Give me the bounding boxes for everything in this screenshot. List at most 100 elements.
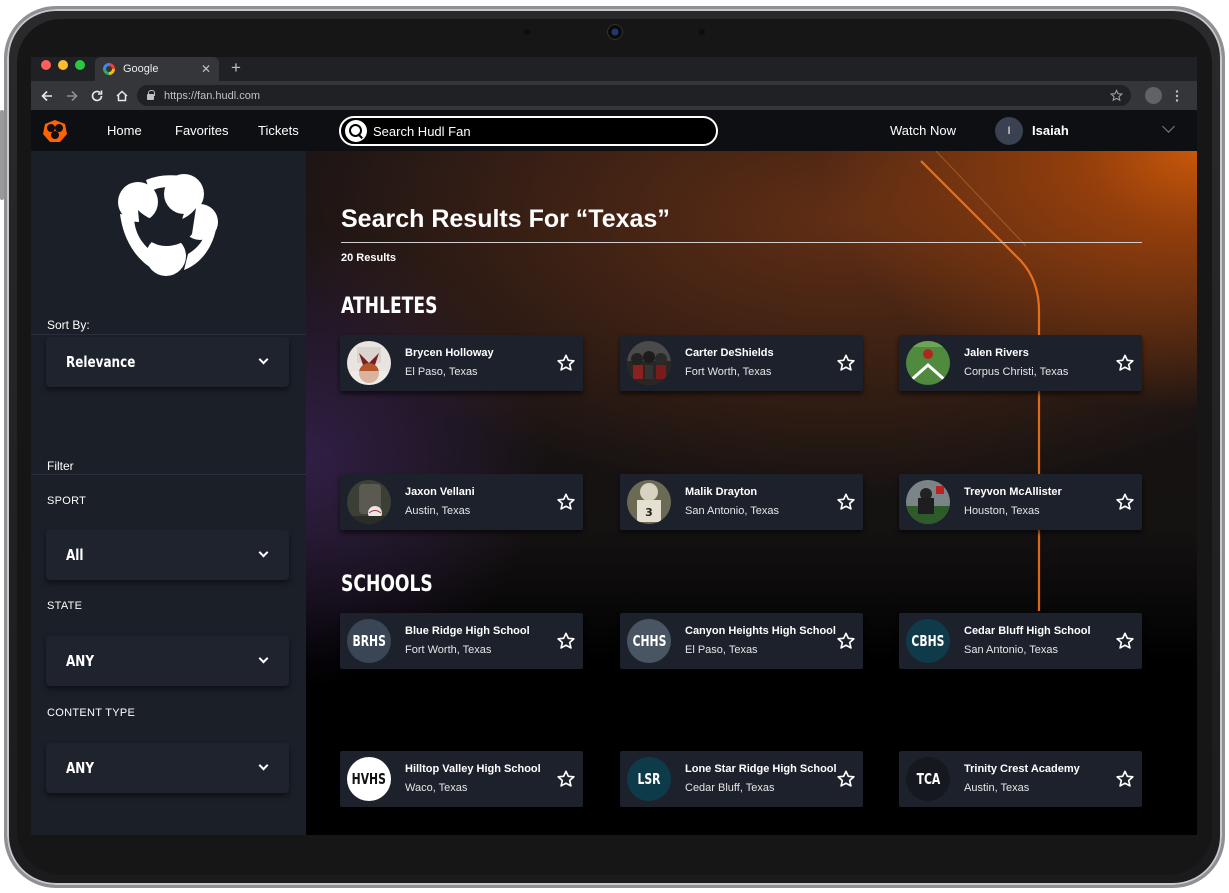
athlete-location: Fort Worth, Texas (685, 366, 772, 378)
school-location: Waco, Texas (405, 782, 468, 794)
browser-menu-icon[interactable] (1175, 90, 1179, 102)
school-name: Canyon Heights High School (685, 625, 836, 637)
favorite-star-icon[interactable] (1115, 353, 1135, 373)
back-arrow-icon[interactable] (40, 89, 54, 103)
school-card[interactable]: CBHS Cedar Bluff High School San Antonio… (899, 613, 1142, 669)
url-text: https://fan.hudl.com (164, 89, 260, 102)
athlete-name: Carter DeShields (685, 347, 774, 359)
chevron-down-icon (258, 547, 269, 558)
sport-filter-value: All (66, 546, 84, 564)
reload-icon[interactable] (90, 89, 104, 103)
athlete-card[interactable]: Carter DeShields Fort Worth, Texas (620, 335, 863, 391)
schools-heading: SCHOOLS (341, 572, 433, 597)
search-placeholder: Search Hudl Fan (373, 123, 471, 139)
sport-filter-label: SPORT (47, 495, 87, 507)
favorite-star-icon[interactable] (1115, 769, 1135, 789)
new-tab-button[interactable]: + (231, 58, 241, 78)
school-logo: TCA (906, 757, 950, 801)
tab-close-icon[interactable]: ✕ (201, 62, 211, 76)
favorite-star-icon[interactable] (1115, 631, 1135, 651)
hudl-logo-icon[interactable] (42, 119, 68, 143)
user-avatar[interactable]: I (995, 117, 1023, 145)
nav-favorites-link[interactable]: Favorites (175, 123, 228, 138)
school-card[interactable]: TCA Trinity Crest Academy Austin, Texas (899, 751, 1142, 807)
favorite-star-icon[interactable] (556, 353, 576, 373)
favorite-star-icon[interactable] (836, 631, 856, 651)
sort-by-label: Sort By: (47, 318, 90, 332)
state-filter-dropdown[interactable]: ANY (46, 636, 289, 686)
forward-arrow-icon[interactable] (65, 89, 79, 103)
bookmark-star-icon[interactable] (1110, 89, 1123, 102)
school-logo: CBHS (906, 619, 950, 663)
sensor-dot (524, 29, 530, 35)
school-name: Cedar Bluff High School (964, 625, 1091, 637)
athlete-photo (906, 480, 950, 524)
content-type-filter-label: CONTENT TYPE (47, 707, 136, 719)
camera-icon (607, 24, 623, 40)
divider (31, 334, 306, 335)
athletes-heading: ATHLETES (341, 294, 438, 319)
google-favicon-icon (103, 63, 115, 75)
title-divider (341, 242, 1142, 243)
nav-home-link[interactable]: Home (107, 123, 142, 138)
school-card[interactable]: BRHS Blue Ridge High School Fort Worth, … (340, 613, 583, 669)
favorite-star-icon[interactable] (556, 769, 576, 789)
favorite-star-icon[interactable] (836, 769, 856, 789)
athlete-location: Corpus Christi, Texas (964, 366, 1069, 378)
favorite-star-icon[interactable] (556, 492, 576, 512)
address-bar[interactable]: https://fan.hudl.com (137, 85, 1131, 106)
sensor-dot (699, 29, 705, 35)
browser-profile-avatar[interactable] (1145, 87, 1162, 104)
chevron-down-icon (258, 760, 269, 771)
hudl-large-logo-icon (118, 174, 218, 276)
minimize-window-button[interactable] (58, 60, 68, 70)
nav-tickets-link[interactable]: Tickets (258, 123, 299, 138)
content-type-filter-value: ANY (66, 759, 95, 777)
school-name: Blue Ridge High School (405, 625, 530, 637)
sport-filter-dropdown[interactable]: All (46, 530, 289, 580)
maximize-window-button[interactable] (75, 60, 85, 70)
school-card[interactable]: CHHS Canyon Heights High School El Paso,… (620, 613, 863, 669)
chevron-down-icon (258, 653, 269, 664)
athlete-photo (347, 480, 391, 524)
user-menu-chevron-icon[interactable] (1162, 120, 1175, 133)
favorite-star-icon[interactable] (836, 492, 856, 512)
athlete-card[interactable]: Treyvon McAllister Houston, Texas (899, 474, 1142, 530)
browser-tab-bar: Google ✕ + (31, 57, 1197, 81)
tab-title: Google (123, 63, 159, 75)
school-logo: CHHS (627, 619, 671, 663)
school-location: Cedar Bluff, Texas (685, 782, 775, 794)
athlete-name: Malik Drayton (685, 486, 758, 498)
filter-sidebar: Sort By: Relevance Filter SPORT All STAT… (31, 151, 306, 835)
school-card[interactable]: LSR Lone Star Ridge High School Cedar Bl… (620, 751, 863, 807)
athlete-card[interactable]: Jaxon Vellani Austin, Texas (340, 474, 583, 530)
close-window-button[interactable] (41, 60, 51, 70)
school-location: San Antonio, Texas (964, 644, 1058, 656)
school-logo: LSR (627, 757, 671, 801)
school-name: Trinity Crest Academy (964, 763, 1080, 775)
school-card[interactable]: HVHS Hilltop Valley High School Waco, Te… (340, 751, 583, 807)
search-icon[interactable] (345, 120, 367, 142)
window-controls (41, 60, 85, 70)
athlete-name: Brycen Holloway (405, 347, 494, 359)
sort-value: Relevance (66, 353, 136, 371)
browser-toolbar: https://fan.hudl.com (31, 81, 1197, 110)
screen: Google ✕ + https://fan.hudl.com Home Fav… (31, 57, 1197, 835)
home-icon[interactable] (115, 89, 129, 103)
results-count: 20 Results (341, 252, 397, 264)
favorite-star-icon[interactable] (836, 353, 856, 373)
watch-now-link[interactable]: Watch Now (890, 123, 956, 138)
user-name[interactable]: Isaiah (1032, 123, 1069, 138)
favorite-star-icon[interactable] (1115, 492, 1135, 512)
favorite-star-icon[interactable] (556, 631, 576, 651)
search-input[interactable]: Search Hudl Fan (339, 116, 718, 146)
athlete-card[interactable]: Jalen Rivers Corpus Christi, Texas (899, 335, 1142, 391)
browser-tab[interactable]: Google ✕ (95, 57, 219, 81)
athlete-card[interactable]: 3 Malik Drayton San Antonio, Texas (620, 474, 863, 530)
content-type-filter-dropdown[interactable]: ANY (46, 743, 289, 793)
athlete-name: Jaxon Vellani (405, 486, 475, 498)
sort-dropdown[interactable]: Relevance (46, 337, 289, 387)
athlete-location: San Antonio, Texas (685, 505, 779, 517)
athlete-card[interactable]: Brycen Holloway El Paso, Texas (340, 335, 583, 391)
athlete-location: El Paso, Texas (405, 366, 478, 378)
